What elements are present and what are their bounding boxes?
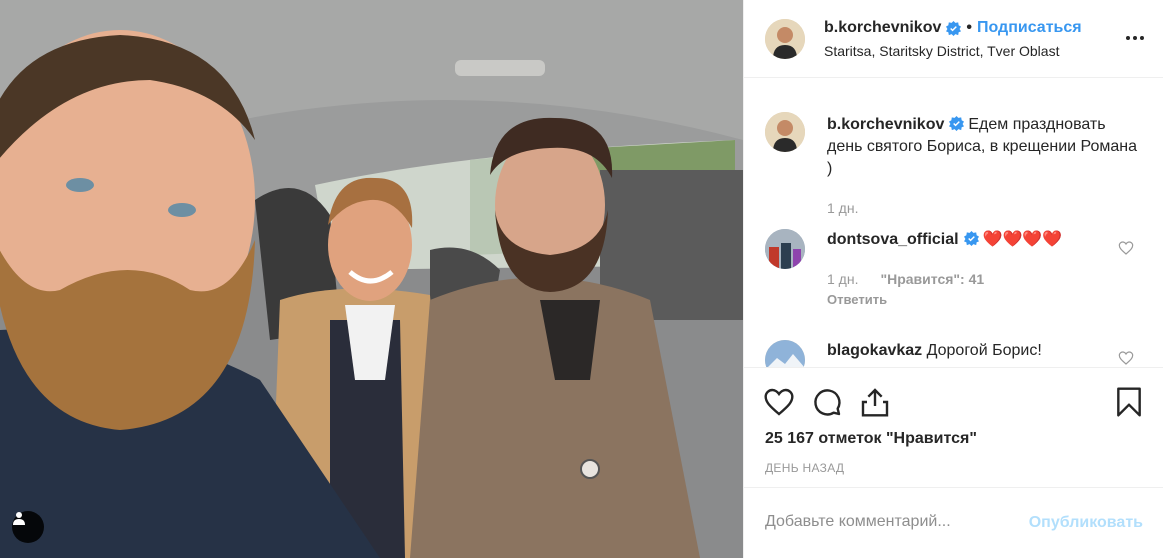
tagged-people-button[interactable] <box>12 511 44 543</box>
comment-text: ❤️❤️❤️❤️ <box>982 231 1063 248</box>
comment-avatar[interactable] <box>765 340 805 367</box>
caption-username[interactable]: b.korchevnikov <box>827 116 944 133</box>
author-username[interactable]: b.korchevnikov <box>824 19 941 37</box>
post-date[interactable]: день назад <box>765 461 844 475</box>
post-header: b.korchevnikov • Подписаться Staritsa, S… <box>744 0 1163 78</box>
follow-button[interactable]: Подписаться <box>977 19 1082 37</box>
post-photo[interactable] <box>0 0 743 558</box>
caption-text-block: b.korchevnikov Едем праздновать день свят… <box>827 114 1137 180</box>
caption-avatar[interactable] <box>765 112 805 152</box>
add-comment-bar: Опубликовать <box>744 487 1163 558</box>
more-options-icon[interactable] <box>1126 36 1144 40</box>
comment-like-heart-icon[interactable] <box>1118 240 1134 256</box>
user-icon <box>13 512 25 525</box>
post-location[interactable]: Staritsa, Staritsky District, Tver Oblas… <box>824 43 1059 59</box>
comment-time[interactable]: 1 дн. <box>827 271 858 287</box>
share-icon[interactable] <box>859 386 891 418</box>
comment-icon[interactable] <box>811 386 843 418</box>
verified-badge-icon <box>949 116 965 131</box>
comment-text: Дорогой Борис! <box>926 342 1042 359</box>
bookmark-icon[interactable] <box>1113 386 1145 418</box>
separator-dot: • <box>966 19 972 36</box>
car-selfie-photo <box>0 0 743 558</box>
post-side-panel: b.korchevnikov • Подписаться Staritsa, S… <box>743 0 1163 558</box>
likes-count[interactable]: 25 167 отметок "Нравится" <box>765 430 977 448</box>
comment-avatar[interactable] <box>765 229 805 269</box>
comment-text-block: dontsova_official ❤️❤️❤️❤️ <box>827 229 1137 251</box>
verified-badge-icon <box>946 20 962 36</box>
comment-meta: 1 дн. "Нравится": 41 <box>827 271 984 287</box>
reply-button[interactable]: Ответить <box>827 292 887 307</box>
add-comment-input[interactable] <box>765 510 1005 534</box>
comment-likes[interactable]: "Нравится": 41 <box>880 271 984 287</box>
comment-like-heart-icon[interactable] <box>1118 350 1134 366</box>
publish-button[interactable]: Опубликовать <box>1029 514 1143 532</box>
caption-meta: 1 дн. <box>827 200 858 216</box>
caption-time[interactable]: 1 дн. <box>827 200 858 216</box>
verified-badge-icon <box>963 231 979 246</box>
heart-icon[interactable] <box>763 386 795 418</box>
author-line: b.korchevnikov • Подписаться <box>824 19 1082 37</box>
comment-username[interactable]: dontsova_official <box>827 231 959 248</box>
instagram-post-view: b.korchevnikov • Подписаться Staritsa, S… <box>0 0 1163 558</box>
action-bar <box>744 367 1163 419</box>
comment-text-block: blagokavkaz Дорогой Борис! <box>827 340 1137 362</box>
author-avatar[interactable] <box>765 19 805 59</box>
comments-list: b.korchevnikov Едем праздновать день свят… <box>744 79 1163 367</box>
comment-username[interactable]: blagokavkaz <box>827 342 922 359</box>
